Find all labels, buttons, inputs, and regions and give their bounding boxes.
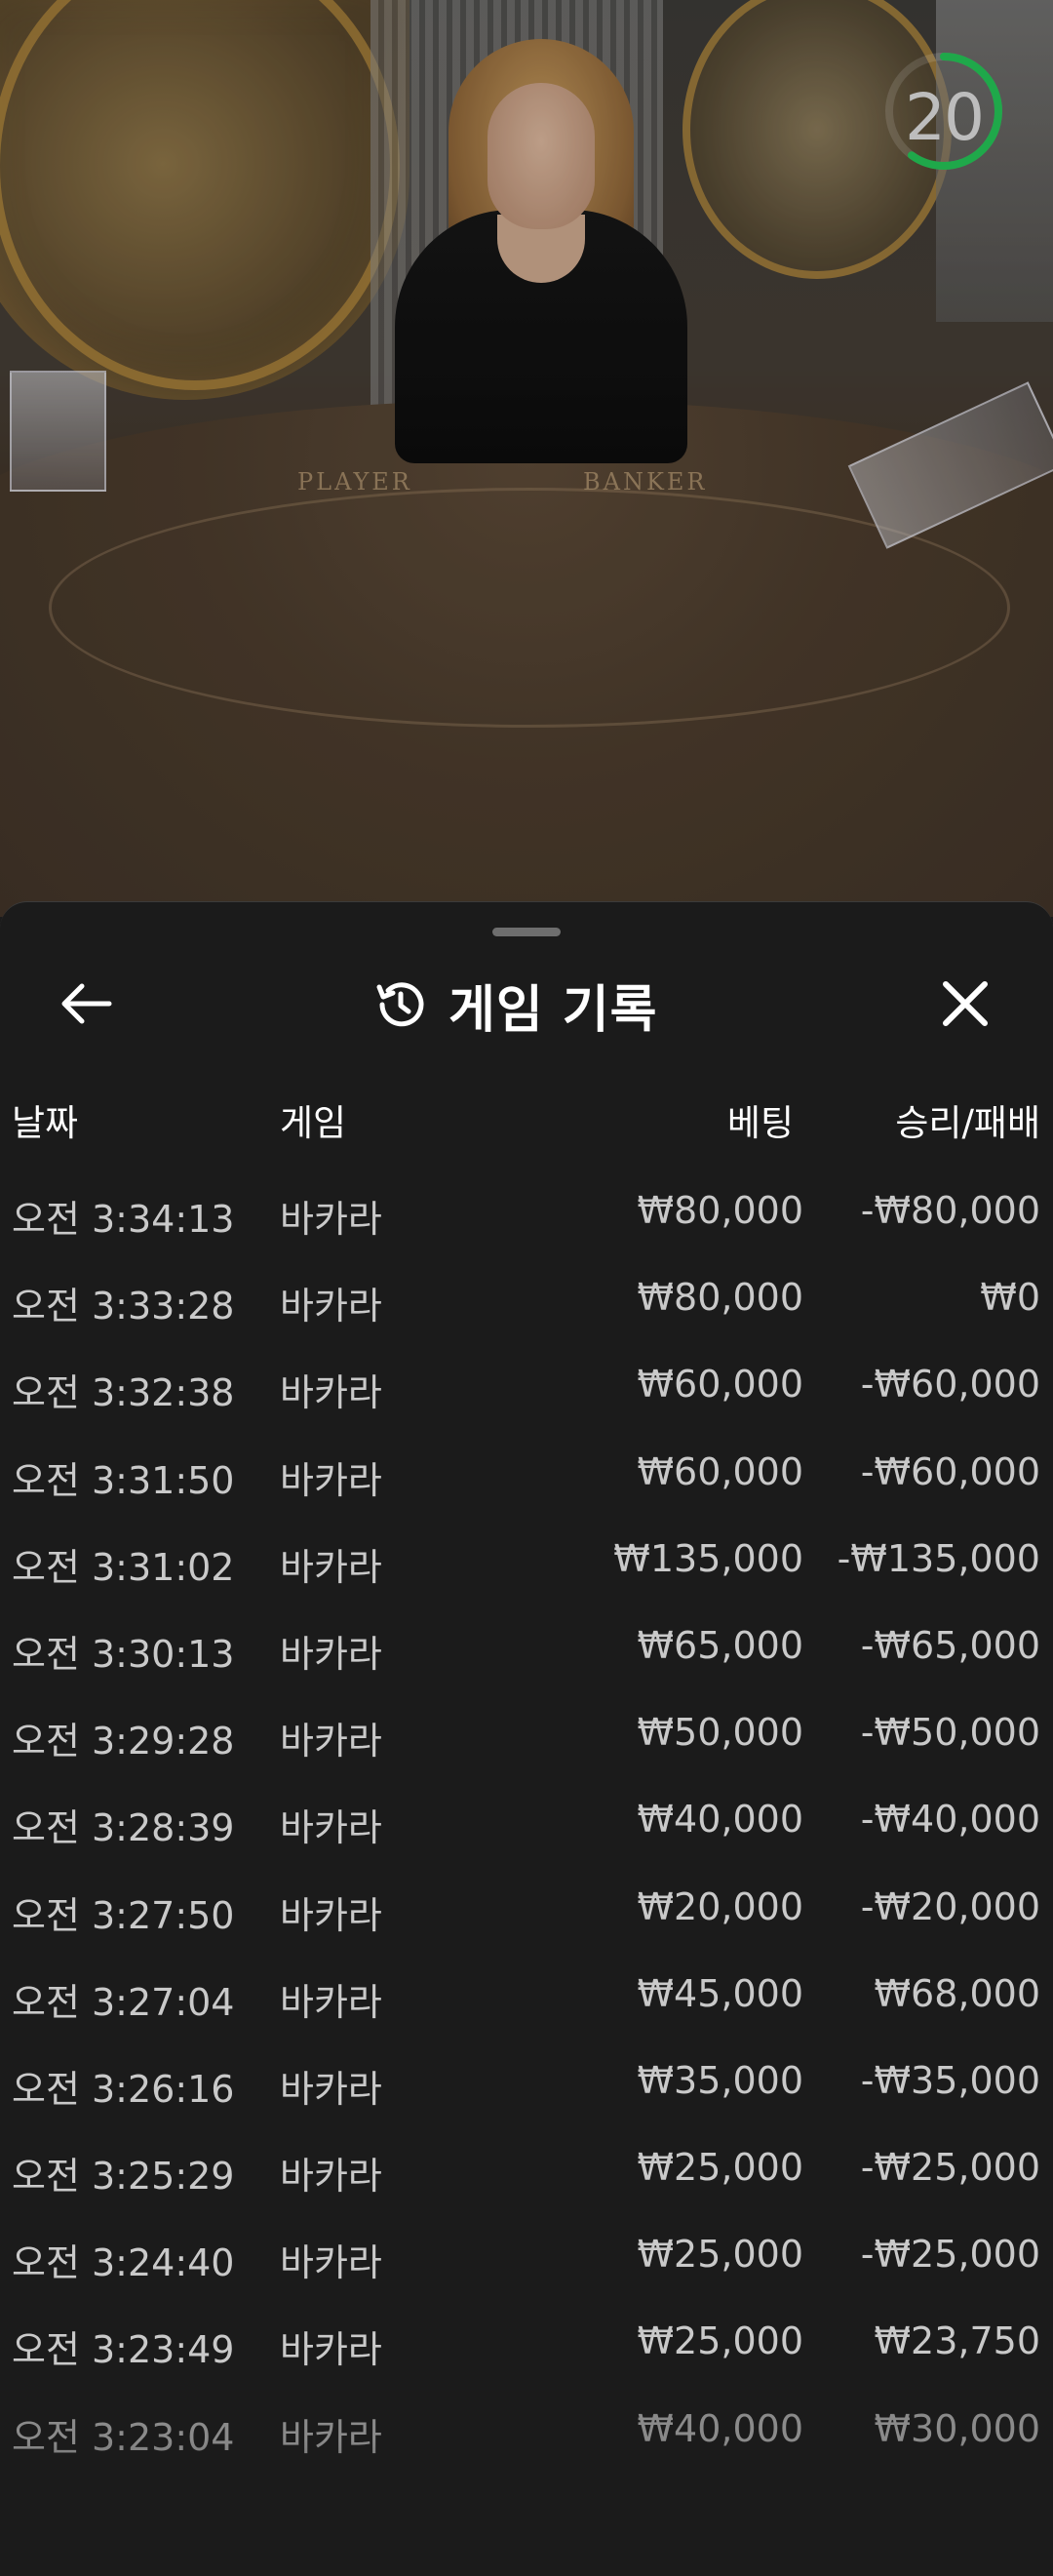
row-bet: ₩40,000 bbox=[637, 1798, 803, 1842]
timer-value: 20 bbox=[905, 80, 985, 155]
row-result: -₩20,000 bbox=[860, 1884, 1040, 1928]
row-result: -₩25,000 bbox=[860, 2146, 1040, 2190]
table-row[interactable]: 오전 3:27:04 바카라 ₩45,000 ₩68,000 bbox=[0, 1951, 1053, 2038]
countdown-timer: 20 bbox=[882, 41, 1005, 187]
row-result: -₩60,000 bbox=[860, 1363, 1040, 1407]
table-row[interactable]: 오전 3:24:40 바카라 ₩25,000 -₩25,000 bbox=[0, 2211, 1053, 2298]
table-row[interactable]: 오전 3:34:13 바카라 ₩80,000 -₩80,000 bbox=[0, 1168, 1053, 1254]
row-bet: ₩60,000 bbox=[637, 1449, 803, 1493]
row-date: 오전 3:31:50 bbox=[12, 1458, 235, 1502]
history-clock-icon bbox=[376, 982, 424, 1027]
row-game: 바카라 bbox=[280, 1545, 382, 1589]
row-game: 바카라 bbox=[280, 1632, 382, 1676]
close-button[interactable] bbox=[930, 969, 1000, 1039]
table-header: 날짜 게임 베팅 승리/패배 bbox=[0, 1093, 1053, 1152]
row-date: 오전 3:31:02 bbox=[12, 1545, 235, 1589]
table-row[interactable]: 오전 3:31:02 바카라 ₩135,000 -₩135,000 bbox=[0, 1516, 1053, 1603]
row-bet: ₩80,000 bbox=[637, 1276, 803, 1320]
row-result: -₩50,000 bbox=[860, 1711, 1040, 1755]
row-game: 바카라 bbox=[280, 2155, 382, 2199]
table-row[interactable]: 오전 3:33:28 바카라 ₩80,000 ₩0 bbox=[0, 1254, 1053, 1341]
row-bet: ₩50,000 bbox=[637, 1711, 803, 1755]
row-date: 오전 3:25:29 bbox=[12, 2155, 235, 2199]
row-bet: ₩20,000 bbox=[637, 1884, 803, 1928]
column-header-game: 게임 bbox=[280, 1102, 347, 1144]
row-date: 오전 3:27:50 bbox=[12, 1893, 235, 1937]
row-game: 바카라 bbox=[280, 1720, 382, 1764]
row-result: ₩68,000 bbox=[874, 1971, 1040, 2015]
live-video-stage: PLAYER BANKER 20 bbox=[0, 0, 1053, 917]
game-history-sheet: 게임 기록 날짜 게임 베팅 승리/패배 오전 3:34:13 바카라 ₩80,… bbox=[0, 901, 1053, 2576]
row-date: 오전 3:33:28 bbox=[12, 1285, 235, 1328]
row-bet: ₩45,000 bbox=[637, 1971, 803, 2015]
row-game: 바카라 bbox=[280, 1371, 382, 1415]
row-game: 바카라 bbox=[280, 2328, 382, 2372]
table-row[interactable]: 오전 3:29:28 바카라 ₩50,000 -₩50,000 bbox=[0, 1689, 1053, 1776]
row-date: 오전 3:30:13 bbox=[12, 1632, 235, 1676]
table-row[interactable]: 오전 3:26:16 바카라 ₩35,000 -₩35,000 bbox=[0, 2038, 1053, 2124]
table-row[interactable]: 오전 3:31:50 바카라 ₩60,000 -₩60,000 bbox=[0, 1429, 1053, 1516]
row-game: 바카라 bbox=[280, 1893, 382, 1937]
row-date: 오전 3:23:49 bbox=[12, 2328, 235, 2372]
row-result: ₩0 bbox=[980, 1276, 1040, 1320]
row-game: 바카라 bbox=[280, 1980, 382, 2024]
row-result: -₩65,000 bbox=[860, 1623, 1040, 1667]
row-game: 바카라 bbox=[280, 1806, 382, 1850]
row-result: -₩60,000 bbox=[860, 1449, 1040, 1493]
column-header-bet: 베팅 bbox=[726, 1102, 794, 1144]
row-date: 오전 3:26:16 bbox=[12, 2067, 235, 2111]
sheet-title: 게임 기록 bbox=[448, 980, 658, 1040]
arrow-left-icon bbox=[61, 983, 112, 1024]
history-list[interactable]: 오전 3:34:13 바카라 ₩80,000 -₩80,000 오전 3:33:… bbox=[0, 1168, 1053, 2473]
row-game: 바카라 bbox=[280, 2241, 382, 2285]
table-row[interactable]: 오전 3:23:49 바카라 ₩25,000 ₩23,750 bbox=[0, 2298, 1053, 2385]
row-bet: ₩35,000 bbox=[637, 2058, 803, 2102]
row-date: 오전 3:28:39 bbox=[12, 1806, 235, 1850]
row-bet: ₩80,000 bbox=[637, 1189, 803, 1232]
close-icon bbox=[943, 981, 988, 1026]
list-bottom-fade bbox=[0, 2439, 1053, 2576]
table-row[interactable]: 오전 3:27:50 바카라 ₩20,000 -₩20,000 bbox=[0, 1864, 1053, 1951]
sheet-header: 게임 기록 bbox=[370, 971, 658, 1040]
row-date: 오전 3:24:40 bbox=[12, 2241, 235, 2285]
row-result: -₩25,000 bbox=[860, 2233, 1040, 2277]
row-bet: ₩135,000 bbox=[613, 1536, 803, 1580]
row-date: 오전 3:27:04 bbox=[12, 1980, 235, 2024]
table-row[interactable]: 오전 3:32:38 바카라 ₩60,000 -₩60,000 bbox=[0, 1341, 1053, 1428]
row-game: 바카라 bbox=[280, 2067, 382, 2111]
row-bet: ₩25,000 bbox=[637, 2146, 803, 2190]
row-game: 바카라 bbox=[280, 1285, 382, 1328]
row-result: -₩40,000 bbox=[860, 1798, 1040, 1842]
row-date: 오전 3:32:38 bbox=[12, 1371, 235, 1415]
row-bet: ₩25,000 bbox=[637, 2319, 803, 2363]
column-header-date: 날짜 bbox=[12, 1102, 79, 1144]
row-game: 바카라 bbox=[280, 1458, 382, 1502]
row-bet: ₩25,000 bbox=[637, 2233, 803, 2277]
row-result: -₩35,000 bbox=[860, 2058, 1040, 2102]
sheet-drag-handle[interactable] bbox=[492, 928, 561, 936]
row-date: 오전 3:29:28 bbox=[12, 1720, 235, 1764]
row-result: -₩135,000 bbox=[837, 1536, 1040, 1580]
row-result: ₩23,750 bbox=[874, 2319, 1040, 2363]
back-button[interactable] bbox=[51, 969, 121, 1039]
table-row[interactable]: 오전 3:30:13 바카라 ₩65,000 -₩65,000 bbox=[0, 1603, 1053, 1689]
row-bet: ₩60,000 bbox=[637, 1363, 803, 1407]
table-row[interactable]: 오전 3:28:39 바카라 ₩40,000 -₩40,000 bbox=[0, 1776, 1053, 1863]
table-row[interactable]: 오전 3:25:29 바카라 ₩25,000 -₩25,000 bbox=[0, 2124, 1053, 2211]
column-header-result: 승리/패배 bbox=[895, 1102, 1040, 1144]
row-result: -₩80,000 bbox=[860, 1189, 1040, 1232]
row-game: 바카라 bbox=[280, 1198, 382, 1241]
row-date: 오전 3:34:13 bbox=[12, 1198, 235, 1241]
row-bet: ₩65,000 bbox=[637, 1623, 803, 1667]
